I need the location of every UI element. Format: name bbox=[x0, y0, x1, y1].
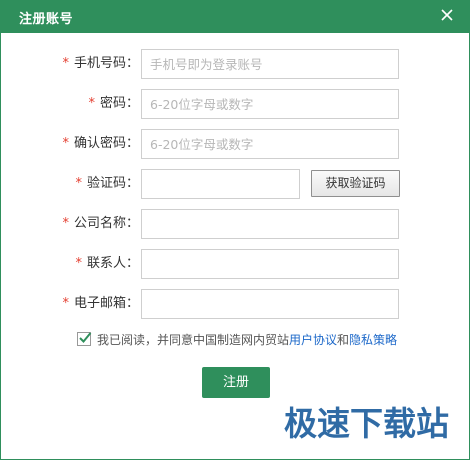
required-mark: * bbox=[62, 216, 69, 231]
required-mark: * bbox=[62, 56, 69, 71]
get-verify-code-button[interactable]: 获取验证码 bbox=[311, 170, 400, 197]
register-button[interactable]: 注册 bbox=[202, 367, 270, 398]
email-input[interactable] bbox=[141, 289, 399, 319]
required-mark: * bbox=[62, 136, 69, 151]
label-separator: ： bbox=[125, 296, 139, 311]
password-label: * 密码： bbox=[88, 89, 139, 119]
company-label-text: 公司名称 bbox=[73, 216, 126, 231]
confirm-password-label: * 确认密码： bbox=[62, 129, 139, 159]
email-label-text: 电子邮箱 bbox=[73, 296, 126, 311]
phone-row: * 手机号码： bbox=[1, 49, 470, 79]
agreement-and: 和 bbox=[337, 332, 350, 347]
contact-label: * 联系人： bbox=[75, 249, 139, 279]
required-mark: * bbox=[75, 176, 82, 191]
password-row: * 密码： bbox=[1, 89, 470, 119]
contact-row: * 联系人： bbox=[1, 249, 470, 279]
confirm-password-row: * 确认密码： bbox=[1, 129, 470, 159]
agreement-checkbox[interactable] bbox=[77, 332, 92, 346]
password-input[interactable] bbox=[141, 89, 399, 119]
dialog-title: 注册账号 bbox=[19, 12, 74, 27]
verify-code-label-text: 验证码 bbox=[86, 176, 126, 191]
required-mark: * bbox=[88, 96, 95, 111]
title-bar: 注册账号 bbox=[1, 1, 469, 33]
email-row: * 电子邮箱： bbox=[1, 289, 470, 319]
phone-label-text: 手机号码 bbox=[73, 56, 126, 71]
verify-code-row: * 验证码： 获取验证码 bbox=[1, 169, 470, 199]
agreement-text: 我已阅读，并同意中国制造网内贸站 bbox=[97, 332, 290, 347]
verify-code-label: * 验证码： bbox=[75, 169, 139, 199]
label-separator: ： bbox=[125, 216, 139, 231]
close-icon bbox=[441, 9, 453, 21]
label-separator: ： bbox=[125, 136, 139, 151]
privacy-policy-link[interactable]: 隐私策略 bbox=[349, 331, 397, 348]
verify-code-input[interactable] bbox=[141, 169, 300, 199]
phone-input[interactable] bbox=[141, 49, 399, 79]
checkmark-icon bbox=[79, 332, 92, 343]
label-separator: ： bbox=[125, 96, 139, 111]
contact-label-text: 联系人 bbox=[86, 256, 126, 271]
company-row: * 公司名称： bbox=[1, 209, 470, 239]
label-separator: ： bbox=[125, 256, 139, 271]
confirm-password-label-text: 确认密码 bbox=[73, 136, 126, 151]
register-dialog: 注册账号 *手机号码： *密码： *确认密码： *验证码： 获取验证码 *公司名… bbox=[0, 0, 470, 460]
confirm-password-input[interactable] bbox=[141, 129, 399, 159]
phone-label: * 手机号码： bbox=[62, 49, 139, 79]
required-mark: * bbox=[75, 256, 82, 271]
company-input[interactable] bbox=[141, 209, 399, 239]
label-separator: ： bbox=[125, 56, 139, 71]
company-label: * 公司名称： bbox=[62, 209, 139, 239]
email-label: * 电子邮箱： bbox=[62, 289, 139, 319]
password-label-text: 密码 bbox=[99, 96, 126, 111]
agreement-row: 我已阅读，并同意中国制造网内贸站 用户协议和隐私策略 bbox=[77, 330, 397, 348]
close-button[interactable] bbox=[435, 3, 459, 27]
watermark-text: 极速下载站 bbox=[284, 404, 449, 443]
required-mark: * bbox=[62, 296, 69, 311]
user-agreement-link[interactable]: 用户协议 bbox=[289, 331, 337, 348]
label-separator: ： bbox=[125, 176, 139, 191]
contact-input[interactable] bbox=[141, 249, 399, 279]
